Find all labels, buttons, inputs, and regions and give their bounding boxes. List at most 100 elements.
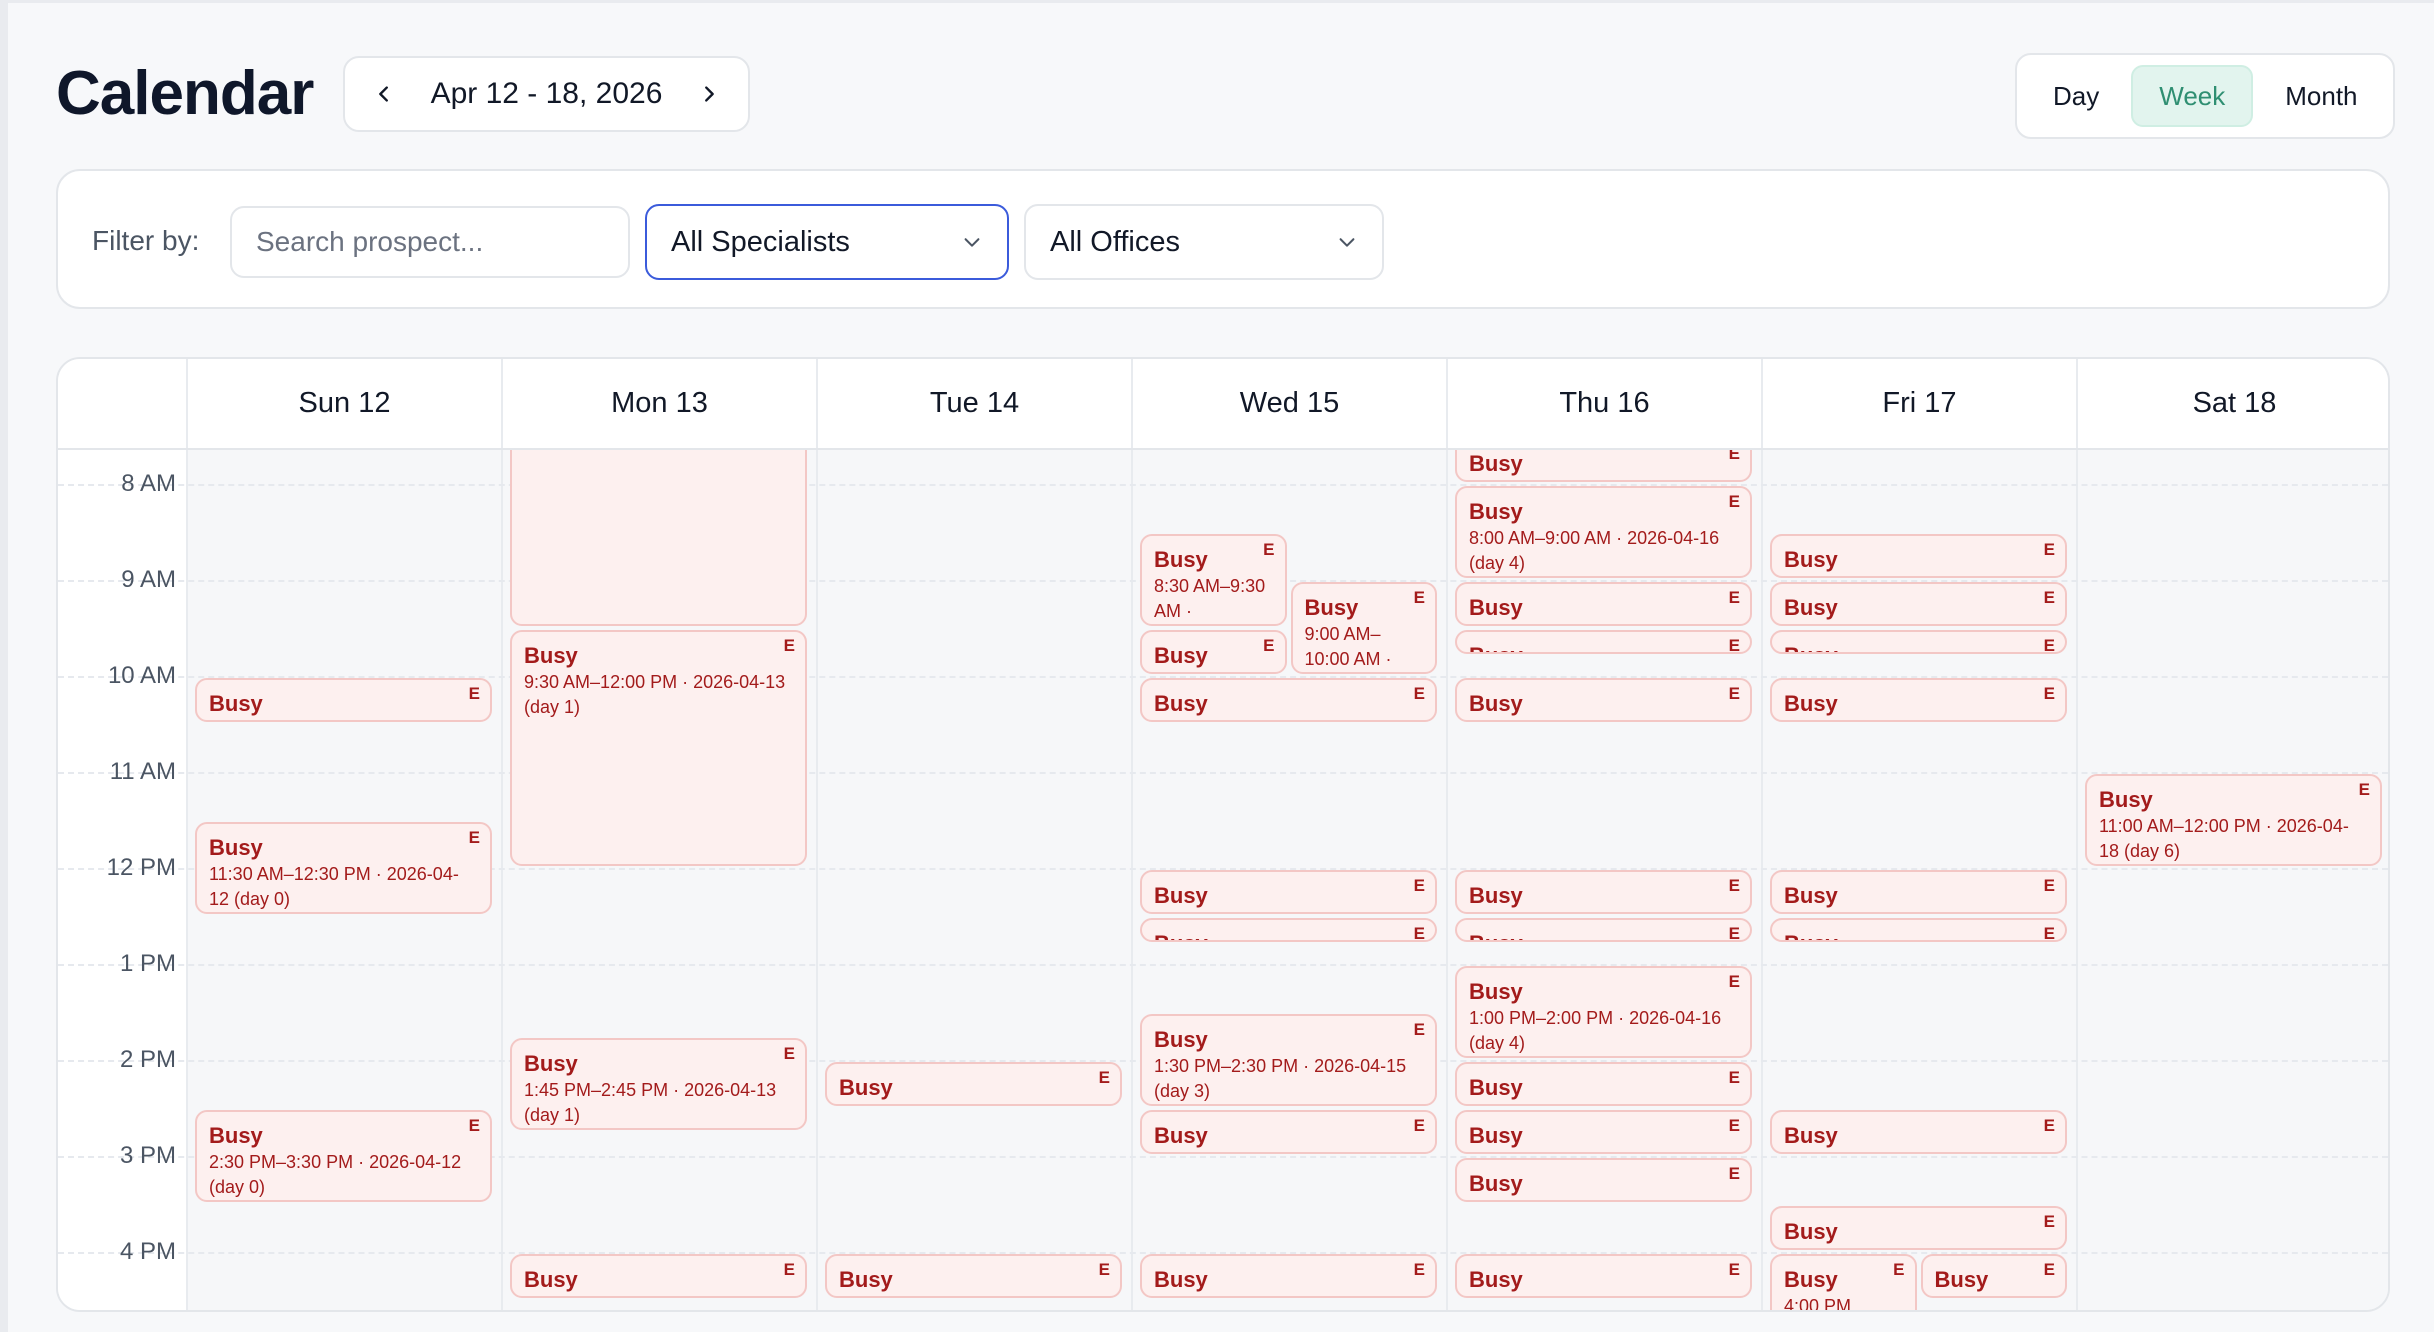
date-navigator: Apr 12 - 18, 2026	[343, 56, 750, 132]
day-header[interactable]: Thu 16	[1446, 359, 1761, 448]
event-badge: E	[783, 1043, 795, 1063]
event-title: Busy	[1154, 1026, 1208, 1052]
day-header[interactable]: Sun 12	[186, 359, 501, 448]
event-badge: E	[1728, 587, 1740, 607]
calendar-event[interactable]: Busy 11:00 AM–12:00 PM · 2026-04-18 (day …	[2085, 773, 2382, 866]
calendar-event[interactable]: BusyE	[1920, 1253, 2067, 1298]
next-week-button[interactable]	[692, 77, 726, 111]
event-badge: E	[1728, 1163, 1740, 1183]
calendar-event[interactable]: BusyE	[1770, 1205, 2067, 1250]
calendar-event[interactable]: Busy E	[195, 677, 492, 722]
chevron-left-icon	[379, 86, 388, 102]
calendar-event[interactable]: Busy 1:30 PM–2:30 PM · 2026-04-15 (day 3)…	[1140, 1013, 1437, 1106]
calendar-event[interactable]: BusyE	[1770, 629, 2067, 655]
hour-label: 11 AM	[109, 757, 176, 785]
search-prospect-input[interactable]	[230, 206, 630, 278]
hour-label: 2 PM	[119, 1045, 176, 1073]
calendar-event[interactable]: BusyE	[1455, 629, 1752, 655]
calendar-event[interactable]: BusyE	[1455, 581, 1752, 626]
day-header[interactable]: Wed 15	[1131, 359, 1446, 448]
office-select-value: All Offices	[1050, 225, 1181, 258]
calendar-event[interactable]	[510, 450, 807, 626]
calendar-event[interactable]: Busy 1:00 PM–2:00 PM · 2026-04-16 (day 4)…	[1455, 965, 1752, 1058]
view-week-button[interactable]: Week	[2131, 65, 2254, 127]
calendar-event[interactable]: BusyE	[1770, 677, 2067, 722]
calendar-event[interactable]: BusyE	[1140, 917, 1437, 943]
view-switcher: Day Week Month	[2015, 53, 2395, 139]
event-badge: E	[1098, 1259, 1110, 1279]
calendar-event[interactable]: BusyE	[1140, 1253, 1437, 1298]
calendar-event[interactable]: BusyE	[1770, 917, 2067, 943]
calendar-event[interactable]: BusyE	[1770, 581, 2067, 626]
hour-label: 10 AM	[107, 661, 176, 689]
event-title: Busy	[209, 690, 263, 716]
date-range-label: Apr 12 - 18, 2026	[430, 77, 663, 110]
calendar-event[interactable]: BusyE	[1140, 677, 1437, 722]
calendar-event[interactable]: BusyE	[1455, 1061, 1752, 1106]
event-title: Busy	[1154, 931, 1423, 940]
day-header[interactable]: Sat 18	[2076, 359, 2388, 448]
event-badge: E	[1728, 1115, 1740, 1135]
event-title: Busy	[1154, 1122, 1208, 1148]
calendar-event[interactable]: BusyE	[825, 1061, 1122, 1106]
hour-label: 3 PM	[119, 1141, 176, 1169]
event-badge: E	[2043, 1211, 2055, 1231]
calendar-event[interactable]: Busy 9:30 AM–12:00 PM · 2026-04-13 (day 1…	[510, 629, 807, 866]
event-badge: E	[1728, 635, 1740, 655]
week-calendar: Sun 12 Mon 13 Tue 14 Wed 15 Thu 16 Fri 17 Sat …	[56, 357, 2390, 1312]
page-title: Calendar	[56, 59, 314, 128]
event-badge: E	[468, 683, 480, 703]
calendar-event[interactable]: Busy 9:00 AM–10:00 AM · E	[1290, 581, 1437, 674]
event-badge: E	[2043, 683, 2055, 703]
calendar-event[interactable]: BusyE	[1455, 677, 1752, 722]
calendar-event[interactable]: BusyE	[1455, 917, 1752, 943]
calendar-event[interactable]: BusyE	[1455, 1253, 1752, 1298]
event-badge: E	[1728, 1259, 1740, 1279]
calendar-event[interactable]: Busy 1:45 PM–2:45 PM · 2026-04-13 (day 1)…	[510, 1037, 807, 1130]
calendar-event[interactable]: Busy 4:00 PM E	[1770, 1253, 1917, 1310]
prev-week-button[interactable]	[367, 77, 401, 111]
calendar-event[interactable]: BusyE	[1140, 869, 1437, 914]
hour-label: 8 AM	[121, 469, 176, 497]
calendar-event[interactable]: BusyE	[1455, 450, 1752, 482]
calendar-event[interactable]: BusyE	[1455, 869, 1752, 914]
event-time: 11:00 AM–12:00 PM · 2026-04-18 (day 6)	[2099, 815, 2349, 861]
calendar-event[interactable]: BusyE	[1455, 1109, 1752, 1154]
view-day-button[interactable]: Day	[2027, 65, 2125, 127]
event-title: Busy	[1469, 450, 1523, 476]
calendar-event[interactable]: BusyE	[1455, 1157, 1752, 1202]
calendar-event[interactable]: BusyE	[510, 1253, 807, 1298]
calendar-event[interactable]: BusyE	[1140, 629, 1287, 674]
event-badge: E	[2043, 923, 2055, 943]
view-month-button[interactable]: Month	[2259, 65, 2383, 127]
calendar-event[interactable]: Busy 8:00 AM–9:00 AM · 2026-04-16 (day 4)…	[1455, 485, 1752, 578]
calendar-event[interactable]: Busy 2:30 PM–3:30 PM · 2026-04-12 (day 0)…	[195, 1109, 492, 1202]
calendar-event[interactable]: BusyE	[825, 1253, 1122, 1298]
calendar-event[interactable]: Busy 8:30 AM–9:30 AM · E	[1140, 533, 1287, 626]
calendar-event[interactable]: BusyE	[1140, 1109, 1437, 1154]
hour-label: 12 PM	[106, 853, 176, 881]
event-badge: E	[1728, 923, 1740, 943]
event-title: Busy	[1154, 882, 1208, 908]
event-badge: E	[1413, 587, 1425, 607]
hour-gridline	[58, 963, 2388, 966]
event-title: Busy	[524, 1050, 578, 1076]
day-header[interactable]: Mon 13	[501, 359, 816, 448]
calendar-event[interactable]: Busy 11:30 AM–12:30 PM · 2026-04-12 (day …	[195, 821, 492, 914]
event-badge: E	[1413, 1259, 1425, 1279]
time-grid[interactable]: 8 AM 9 AM 10 AM 11 AM 12 PM 1 PM 2 PM 3 PM 4 PM B…	[58, 450, 2388, 1310]
day-header[interactable]: Tue 14	[816, 359, 1131, 448]
calendar-event[interactable]: BusyE	[1770, 1109, 2067, 1154]
event-time: 11:30 AM–12:30 PM · 2026-04-12 (day 0)	[209, 863, 459, 909]
office-select[interactable]: All Offices	[1024, 204, 1384, 280]
event-badge: E	[1413, 1019, 1425, 1039]
event-badge: E	[1728, 1067, 1740, 1087]
specialist-select[interactable]: All Specialists	[645, 204, 1009, 280]
event-title: Busy	[209, 1122, 263, 1148]
calendar-event[interactable]: BusyE	[1770, 533, 2067, 578]
event-title: Busy	[839, 1074, 893, 1100]
day-header[interactable]: Fri 17	[1761, 359, 2076, 448]
app-window: Calendar Apr 12 - 18, 2026 Day Week Mont…	[8, 3, 2434, 1332]
calendar-event[interactable]: BusyE	[1770, 869, 2067, 914]
event-badge: E	[1728, 875, 1740, 895]
